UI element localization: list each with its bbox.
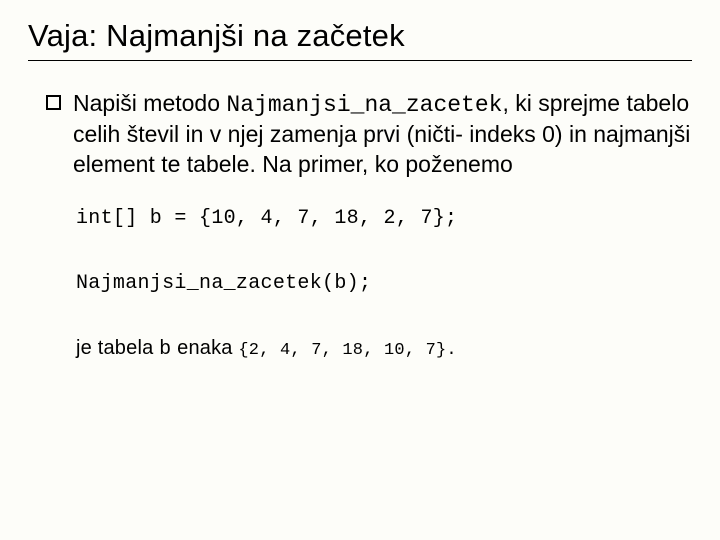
result-var: b: [159, 338, 171, 361]
bullet-prefix: Napiši metodo: [73, 90, 226, 116]
code-call: Najmanjsi_na_zacetek(b);: [28, 272, 692, 295]
bullet-text: Napiši metodo Najmanjsi_na_zacetek, ki s…: [73, 89, 692, 179]
bullet-item: Napiši metodo Najmanjsi_na_zacetek, ki s…: [28, 89, 692, 179]
result-mid: enaka: [171, 337, 238, 359]
result-array: {2, 4, 7, 18, 10, 7}.: [238, 341, 456, 360]
result-line: je tabela b enaka {2, 4, 7, 18, 10, 7}.: [28, 337, 692, 361]
result-prefix: je tabela: [76, 337, 159, 359]
slide-container: Vaja: Najmanjši na začetek Napiši metodo…: [0, 0, 720, 381]
code-declaration: int[] b = {10, 4, 7, 18, 2, 7};: [28, 207, 692, 230]
slide-title: Vaja: Najmanjši na začetek: [28, 18, 692, 61]
square-bullet-icon: [46, 95, 61, 110]
method-name: Najmanjsi_na_zacetek: [226, 92, 502, 118]
